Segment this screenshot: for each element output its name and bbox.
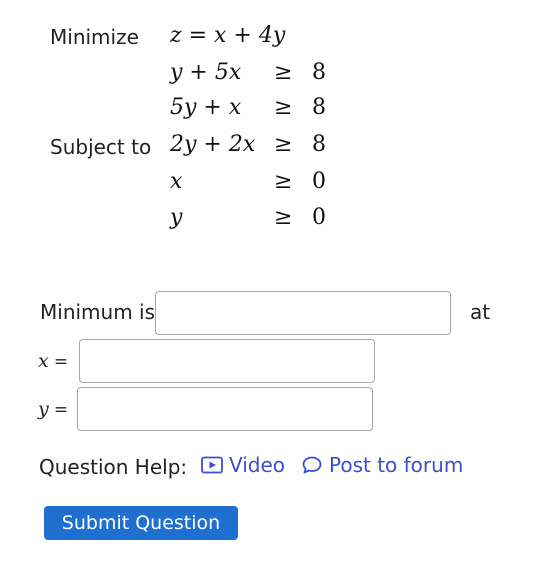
x-variable: x — [38, 350, 49, 372]
video-help-link[interactable]: Video — [201, 455, 285, 475]
play-video-icon — [201, 456, 223, 474]
speech-bubble-icon — [301, 455, 323, 475]
x-value-input[interactable] — [79, 339, 375, 383]
x-field-label: x = — [38, 352, 68, 371]
at-label: at — [470, 300, 491, 324]
minimum-label: Minimum is — [40, 300, 156, 324]
y-value-input[interactable] — [77, 387, 373, 431]
constraint-rhs: 8 — [312, 60, 326, 85]
constraint-lhs: y — [170, 205, 183, 230]
constraint-lhs: x — [170, 169, 183, 194]
y-field-label: y = — [38, 400, 68, 419]
constraint-lhs: y + 5x — [170, 60, 242, 85]
minimum-value-input[interactable] — [155, 291, 451, 335]
constraint-operator: ≥ — [274, 95, 293, 120]
minimize-label: Minimize — [50, 25, 139, 49]
y-variable: y — [38, 398, 49, 420]
constraint-operator: ≥ — [274, 169, 293, 194]
constraint-rhs: 0 — [312, 205, 326, 230]
post-to-forum-link[interactable]: Post to forum — [301, 455, 463, 475]
constraint-rhs: 0 — [312, 169, 326, 194]
constraint-lhs: 5y + x — [170, 95, 242, 120]
forum-link-label: Post to forum — [329, 453, 464, 477]
constraint-rhs: 8 — [312, 95, 326, 120]
constraint-operator: ≥ — [274, 60, 293, 85]
y-equals: = — [53, 400, 69, 420]
constraint-rhs: 8 — [312, 132, 326, 157]
video-link-label: Video — [229, 453, 286, 477]
x-equals: = — [53, 352, 69, 372]
objective-function: z = x + 4y — [170, 23, 286, 48]
subject-to-label: Subject to — [50, 135, 152, 159]
constraint-operator: ≥ — [274, 205, 293, 230]
constraint-lhs: 2y + 2x — [170, 132, 256, 157]
constraint-operator: ≥ — [274, 132, 293, 157]
question-help-label: Question Help: — [39, 455, 188, 479]
submit-question-button[interactable]: Submit Question — [44, 506, 238, 540]
